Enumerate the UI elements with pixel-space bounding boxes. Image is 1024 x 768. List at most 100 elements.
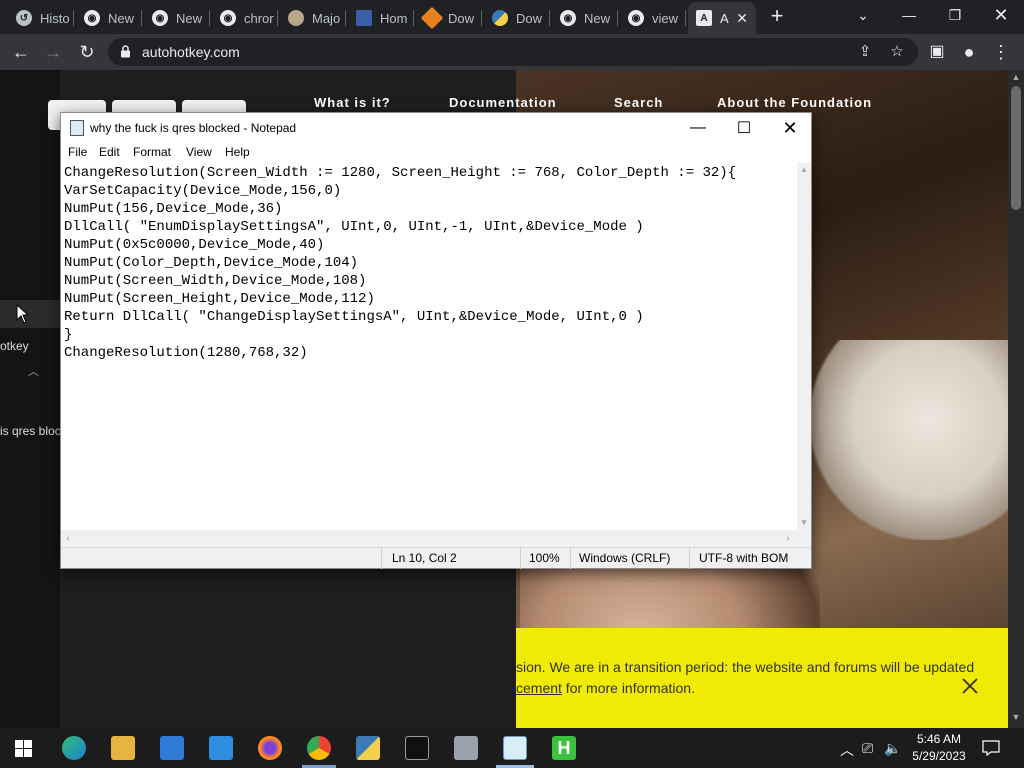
bookmark-star-icon[interactable]: ☆ [888,43,906,61]
notepad-close-button[interactable]: ✕ [767,113,813,143]
left-label-qres[interactable]: is qres bloc [0,424,61,438]
notepad-icon[interactable] [503,736,527,760]
scroll-left-arrow-icon[interactable]: ‹ [61,530,75,547]
notepad-minimize-button[interactable]: — [675,113,721,143]
back-button[interactable]: ← [10,41,32,63]
menu-file[interactable]: File [68,145,87,159]
notepad-status-bar: Ln 10, Col 2 100% Windows (CRLF) UTF-8 w… [61,547,811,569]
chrome-icon: ◉ [628,10,644,26]
tab-label: chror [244,10,274,26]
chevron-up-icon[interactable]: ︿ [840,740,854,760]
firefox-icon[interactable] [258,736,282,760]
tab-search-icon[interactable]: ⌄ [840,0,886,30]
site-icon [420,6,444,30]
browser-toolbar: ← → ↻ autohotkey.com ⇪ ☆ ▣ ● ⋮ [0,34,1024,70]
status-divider [570,548,571,569]
banner-link[interactable]: cement [516,680,562,696]
nav-documentation[interactable]: Documentation [449,95,557,110]
store-icon[interactable] [160,736,184,760]
code-line: } [64,327,73,343]
scrollbar-corner [797,530,811,547]
notepad-menu-bar: File Edit Format View Help [61,143,811,163]
scroll-down-arrow-icon[interactable]: ▼ [797,516,811,530]
reload-button[interactable]: ↻ [76,41,98,63]
network-icon[interactable]: ⎚ [862,740,873,757]
tab-download-1[interactable]: Dow [416,4,482,32]
chrome-icon: ◉ [220,10,236,26]
code-line: Return DllCall( "ChangeDisplaySettingsA"… [64,309,644,325]
volume-muted-icon[interactable]: 🔈 [884,740,901,757]
tab-autohotkey[interactable]: A A ✕ [688,2,756,34]
control-panel-icon[interactable] [454,736,478,760]
chrome-icon: ◉ [84,10,100,26]
notepad-vertical-scrollbar[interactable]: ▲ ▼ [797,163,811,530]
new-tab-button[interactable]: + [766,5,788,28]
menu-help[interactable]: Help [225,145,250,159]
menu-view[interactable]: View [186,145,212,159]
system-clock[interactable]: 5:46 AM 5/29/2023 [910,731,968,765]
notepad-horizontal-scrollbar[interactable]: ‹ › [61,530,797,547]
nav-search[interactable]: Search [614,95,663,110]
tab-download-2[interactable]: Dow [484,4,550,32]
menu-format[interactable]: Format [133,145,171,159]
notepad-title-bar[interactable]: why the fuck is qres blocked - Notepad —… [61,113,811,143]
scroll-up-arrow-icon[interactable]: ▲ [797,163,811,177]
notifications-icon[interactable] [982,740,1000,756]
left-label-otkey[interactable]: otkey [0,339,29,353]
profile-avatar-icon[interactable]: ● [958,41,980,63]
status-divider [689,548,690,569]
chrome-icon[interactable] [307,736,331,760]
notepad-text-area[interactable]: ChangeResolution(Screen_Width := 1280, S… [61,163,797,530]
python-icon [492,10,508,26]
python-icon[interactable] [356,736,380,760]
scroll-up-arrow-icon[interactable]: ▲ [1008,72,1024,86]
terminal-icon[interactable] [405,736,429,760]
minimize-button[interactable]: — [886,0,932,30]
clock-time: 5:46 AM [916,732,962,746]
chrome-icon: ◉ [560,10,576,26]
address-bar[interactable]: autohotkey.com ⇪ ☆ [108,38,918,66]
scrollbar-thumb[interactable] [1011,86,1021,210]
nav-about-foundation[interactable]: About the Foundation [717,95,872,110]
code-line: NumPut(0x5c0000,Device_Mode,40) [64,237,325,253]
status-position: Ln 10, Col 2 [392,551,457,565]
file-explorer-icon[interactable] [111,736,135,760]
browser-tab-strip: ↺ Histo ◉ New ◉ New ◉ chror Majo Hom Dow… [0,0,1024,34]
close-tab-icon[interactable]: ✕ [736,10,748,27]
notepad-title: why the fuck is qres blocked - Notepad [90,121,297,135]
share-icon[interactable]: ⇪ [856,43,874,61]
windows-start-icon[interactable] [15,740,32,757]
tab-new-2[interactable]: ◉ New [144,4,210,32]
tab-label: Dow [448,10,475,26]
banner-line-1: sion. We are in a transition period: the… [516,659,975,675]
close-window-button[interactable]: ✕ [978,0,1024,30]
tab-label: Majo [312,10,341,26]
scroll-right-arrow-icon[interactable]: › [781,530,795,547]
scroll-down-arrow-icon[interactable]: ▼ [1008,712,1024,726]
nav-what-is-it[interactable]: What is it? [314,95,391,110]
menu-edit[interactable]: Edit [99,145,120,159]
chevron-up-icon[interactable]: ︿ [28,363,39,379]
forward-button[interactable]: → [42,41,64,63]
status-divider [381,548,382,569]
edge-icon[interactable] [62,736,86,760]
tab-history[interactable]: ↺ Histo [8,4,74,32]
hero-cup-image [810,340,1008,540]
page-scrollbar[interactable]: ▲ ▼ [1008,70,1024,728]
menu-kebab-icon[interactable]: ⋮ [990,41,1012,63]
restore-button[interactable]: ❐ [932,0,978,30]
taskbar: H ︿ ⎚ 🔈 5:46 AM 5/29/2023 [0,728,1024,768]
tab-view[interactable]: ◉ view [620,4,686,32]
tab-chrome[interactable]: ◉ chror [212,4,278,32]
tab-home[interactable]: Hom [348,4,414,32]
autohotkey-icon[interactable]: H [552,736,576,760]
side-panel-icon[interactable]: ▣ [926,41,948,63]
mail-icon[interactable] [209,736,233,760]
tab-new-1[interactable]: ◉ New [76,4,142,32]
tab-majo[interactable]: Majo [280,4,346,32]
notepad-maximize-button[interactable]: ☐ [721,113,767,143]
tab-label: A [720,10,729,26]
tab-new-3[interactable]: ◉ New [552,4,618,32]
history-icon: ↺ [16,10,32,26]
banner-close-icon[interactable] [960,676,980,696]
